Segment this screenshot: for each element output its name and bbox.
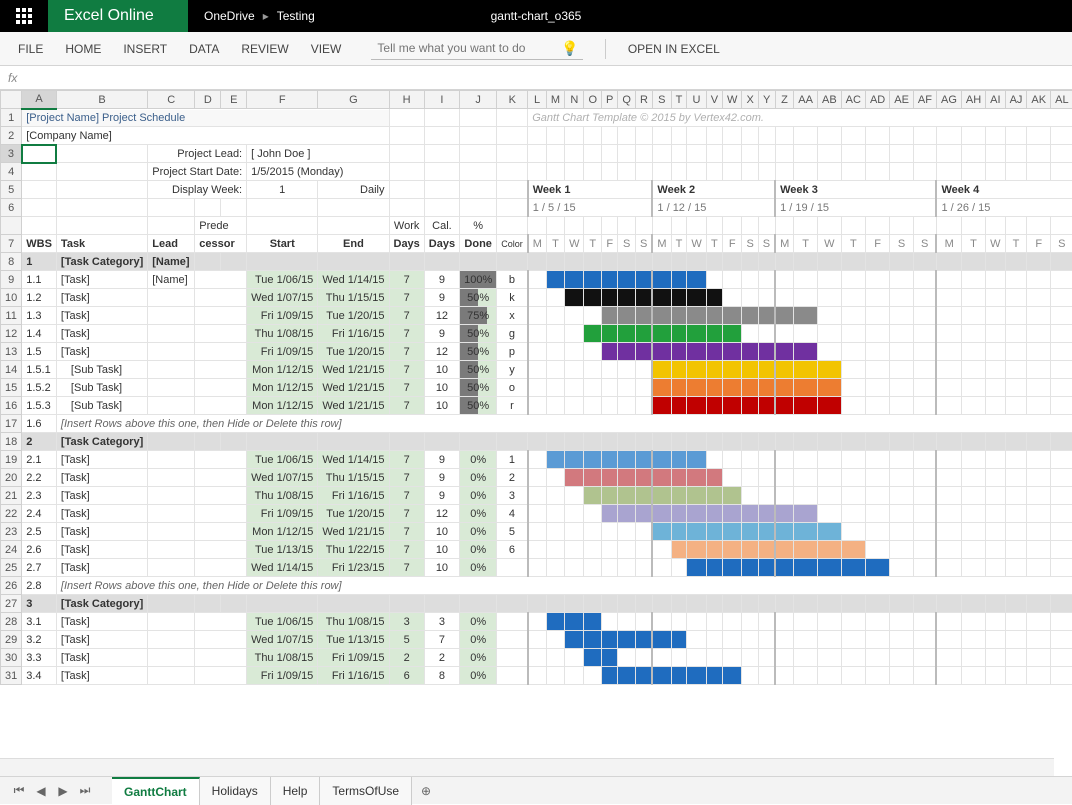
open-in-excel-button[interactable]: OPEN IN EXCEL: [628, 42, 720, 56]
tab-data[interactable]: DATA: [189, 42, 219, 56]
divider: [605, 39, 606, 59]
sheet-tab-termsofuse[interactable]: TermsOfUse: [320, 777, 412, 805]
tab-file[interactable]: FILE: [18, 42, 43, 56]
horizontal-scrollbar[interactable]: [0, 758, 1054, 776]
add-sheet-button[interactable]: ⊕: [412, 784, 440, 798]
tell-me-box[interactable]: 💡: [371, 38, 582, 60]
sheet-tab-bar: ⏮ ◀ ▶ ⏭ GanttChart Holidays Help TermsOf…: [0, 776, 1072, 804]
sheet-nav-last-icon[interactable]: ⏭: [74, 783, 96, 798]
ribbon-tabs: FILE HOME INSERT DATA REVIEW VIEW 💡 OPEN…: [0, 32, 1072, 66]
breadcrumb[interactable]: OneDrive ▸ Testing: [188, 9, 331, 23]
lightbulb-icon: 💡: [561, 40, 578, 57]
sheet-tab-holidays[interactable]: Holidays: [200, 777, 271, 805]
sheet-tab-help[interactable]: Help: [271, 777, 321, 805]
breadcrumb-item[interactable]: Testing: [277, 9, 315, 23]
sheet-nav-prev-icon[interactable]: ◀: [30, 784, 52, 798]
formula-bar[interactable]: fx: [0, 66, 1072, 90]
breadcrumb-separator-icon: ▸: [263, 9, 269, 23]
breadcrumb-item[interactable]: OneDrive: [204, 9, 255, 23]
titlebar: Excel Online OneDrive ▸ Testing gantt-ch…: [0, 0, 1072, 32]
tab-view[interactable]: VIEW: [311, 42, 342, 56]
tab-insert[interactable]: INSERT: [123, 42, 167, 56]
spreadsheet-grid[interactable]: ABCDEFGHIJKLMNOPQRSTUVWXYZAAABACADAEAFAG…: [0, 90, 1072, 776]
sheet-nav-next-icon[interactable]: ▶: [52, 784, 74, 798]
sheet-nav-first-icon[interactable]: ⏮: [8, 783, 30, 798]
app-launcher-icon[interactable]: [0, 0, 48, 32]
sheet-tab-ganttchart[interactable]: GanttChart: [112, 777, 200, 805]
tab-home[interactable]: HOME: [65, 42, 101, 56]
tab-review[interactable]: REVIEW: [241, 42, 288, 56]
tell-me-input[interactable]: [375, 40, 555, 56]
fx-label: fx: [8, 71, 17, 85]
app-brand: Excel Online: [48, 0, 188, 32]
